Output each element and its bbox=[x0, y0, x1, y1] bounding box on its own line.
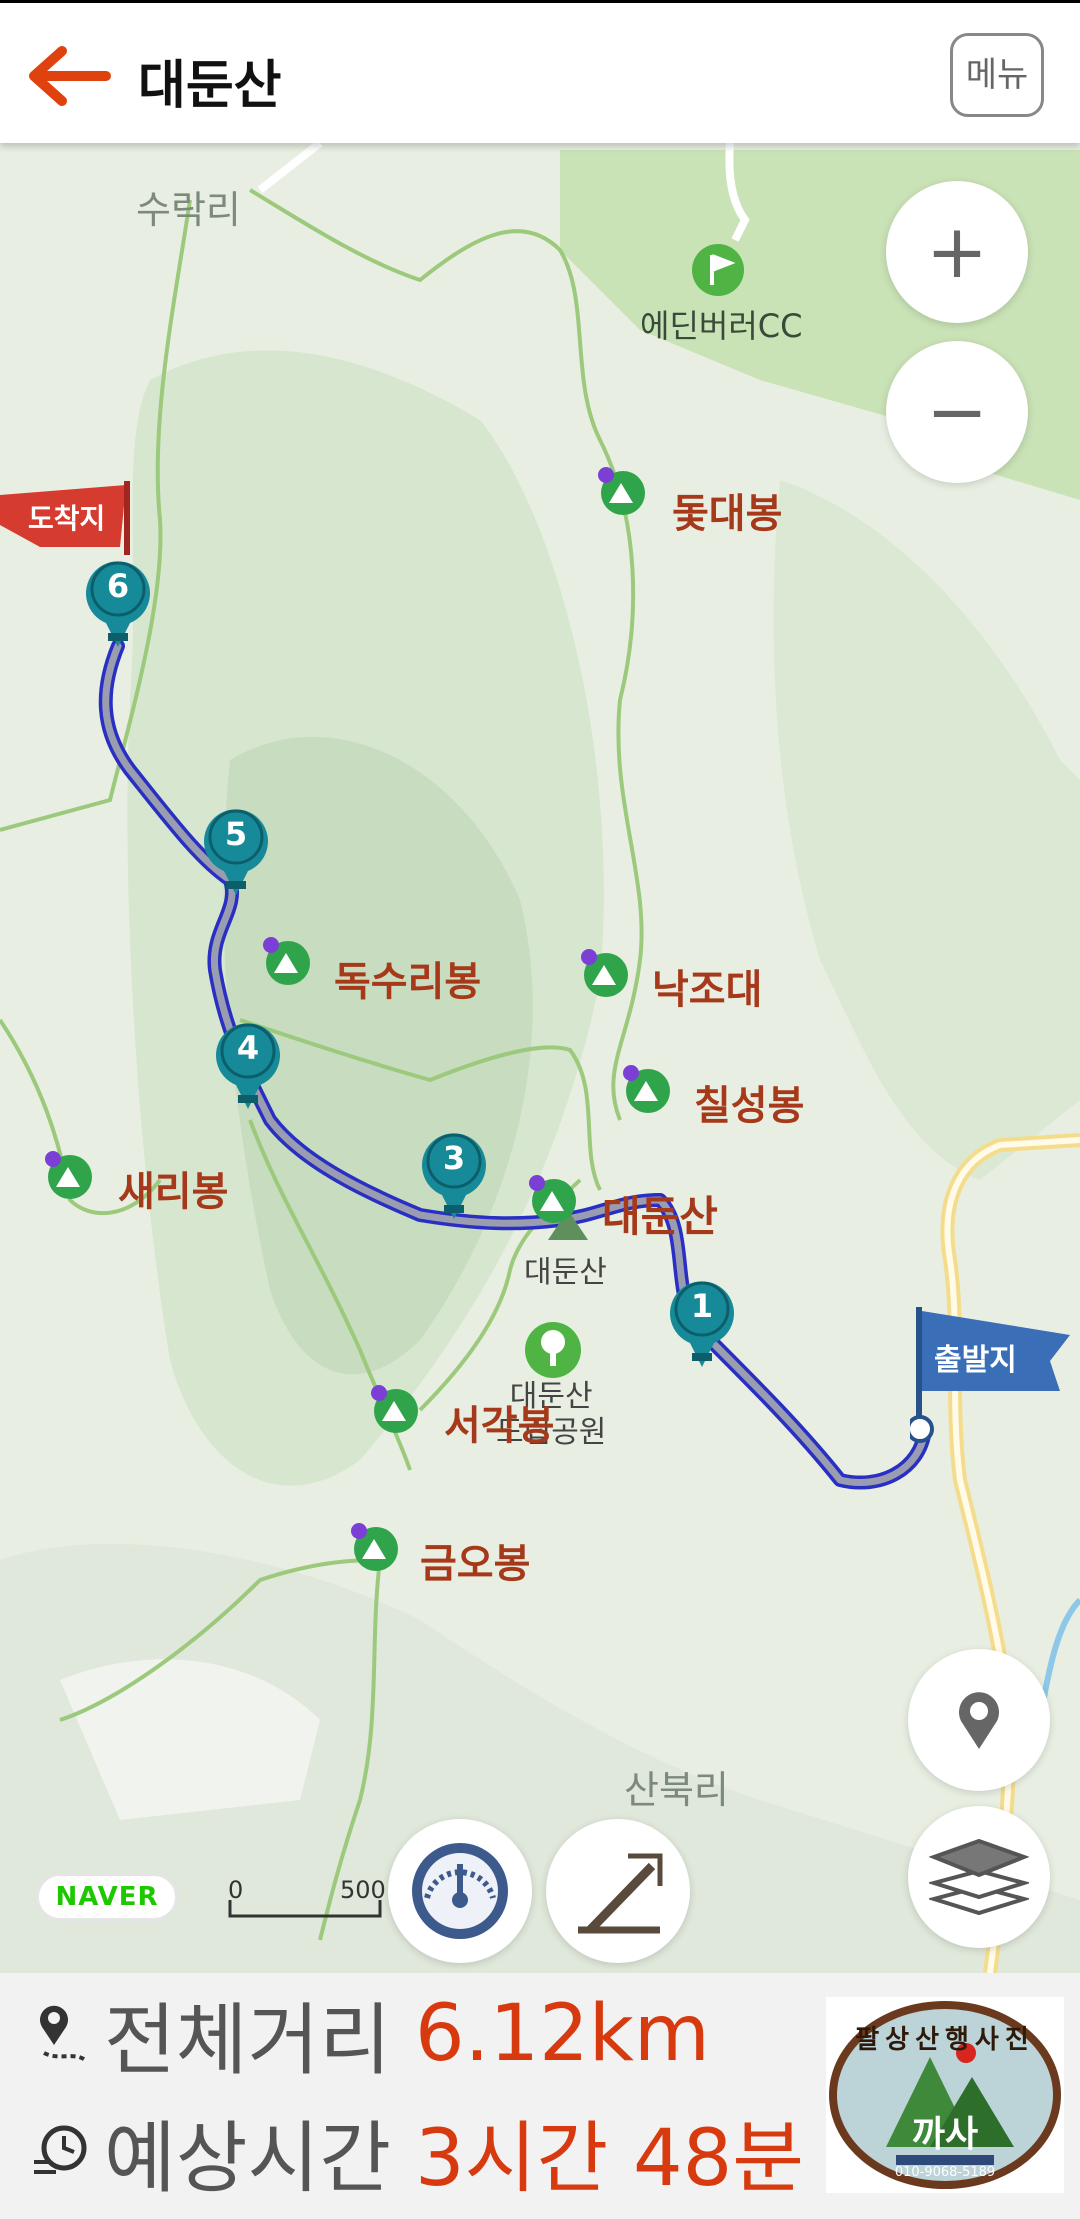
mountain-icon bbox=[529, 1175, 576, 1223]
zoom-in-icon: + bbox=[925, 209, 988, 295]
zoom-in-button[interactable]: + bbox=[886, 181, 1028, 323]
naver-logo: NAVER bbox=[36, 1873, 178, 1921]
end-flag-label: 도착지 bbox=[28, 502, 106, 535]
place-label-doksuribong: 독수리봉 bbox=[334, 959, 482, 1005]
waypoint-label: 3 bbox=[442, 1139, 466, 1177]
time-label: 예상시간 bbox=[104, 2114, 392, 2204]
slope-icon bbox=[578, 1853, 663, 1934]
place-label-saeribong: 새리봉 bbox=[118, 1169, 229, 1215]
mountain-icon bbox=[581, 949, 628, 997]
place-label-edinburgh-cc: 에딘버러CC bbox=[640, 307, 803, 345]
menu-button[interactable]: 메뉴 bbox=[950, 33, 1044, 117]
location-pin-icon bbox=[959, 1692, 999, 1749]
layers-button[interactable] bbox=[908, 1806, 1050, 1948]
mountain-icon bbox=[351, 1523, 398, 1571]
my-location-button[interactable] bbox=[908, 1649, 1050, 1791]
club-badge-logo: 팔상산행사진 까사 010-9068-5189 bbox=[826, 1997, 1064, 2193]
mountain-icon bbox=[263, 937, 310, 985]
map-scale: 0 500 bbox=[228, 1876, 388, 1922]
route-summary-panel: 전체거리 6.12km 예상시간 3시간 48분 팔상산행사진 까사 010-9… bbox=[0, 1973, 1080, 2219]
zoom-out-button[interactable]: − bbox=[886, 341, 1028, 483]
place-label-chilseongbong: 칠성봉 bbox=[694, 1083, 805, 1129]
distance-value: 6.12km bbox=[415, 1989, 710, 2079]
back-arrow-icon[interactable] bbox=[22, 41, 112, 111]
place-label-daedunsan-small: 대둔산 bbox=[524, 1255, 607, 1290]
distance-row: 전체거리 6.12km bbox=[30, 1979, 710, 2089]
badge-title: 팔상산행사진 bbox=[855, 2025, 1035, 2055]
waypoint-label: 1 bbox=[690, 1287, 714, 1325]
badge-phone: 010-9068-5189 bbox=[894, 2165, 996, 2180]
time-value: 3시간 48분 bbox=[415, 2114, 804, 2204]
gauge-icon bbox=[412, 1843, 508, 1939]
place-label-dotdaebong: 돛대봉 bbox=[672, 491, 783, 537]
badge-logo-text: 까사 bbox=[911, 2114, 979, 2155]
waypoint-marker[interactable]: 4 bbox=[214, 1015, 282, 1111]
place-label-geumobong: 금오봉 bbox=[420, 1541, 531, 1587]
speed-gauge-button[interactable] bbox=[388, 1819, 532, 1963]
map-view[interactable]: 수락리 에딘버러CC 돛대봉 독수리봉 낙조대 칠성봉 새리봉 대둔산 대둔산 … bbox=[0, 143, 1080, 1973]
time-row: 예상시간 3시간 48분 bbox=[30, 2097, 804, 2207]
place-label-surakri: 수락리 bbox=[136, 188, 241, 232]
mountain-icon bbox=[45, 1151, 92, 1199]
route-distance-icon bbox=[40, 2005, 88, 2063]
start-flag-marker[interactable]: 출발지 bbox=[910, 1307, 1070, 1455]
waypoint-label: 4 bbox=[236, 1029, 260, 1067]
zoom-out-icon: − bbox=[925, 369, 988, 455]
waypoint-label: 5 bbox=[224, 815, 248, 853]
clock-icon bbox=[34, 2125, 87, 2174]
waypoint-marker[interactable]: 1 bbox=[668, 1273, 736, 1369]
place-label-sanbukri: 산북리 bbox=[624, 1768, 729, 1812]
page-title: 대둔산 bbox=[138, 56, 282, 116]
distance-label: 전체거리 bbox=[104, 1996, 392, 2086]
waypoint-marker[interactable]: 5 bbox=[202, 801, 270, 897]
mountain-icon bbox=[371, 1385, 418, 1433]
place-label-seogakbong: 서각봉 bbox=[444, 1403, 555, 1449]
end-flag-marker[interactable]: 도착지 bbox=[0, 481, 134, 555]
layers-icon bbox=[929, 1838, 1029, 1916]
waypoint-marker[interactable]: 6 bbox=[84, 553, 152, 649]
waypoint-marker[interactable]: 3 bbox=[420, 1125, 488, 1221]
start-flag-label: 출발지 bbox=[934, 1343, 1017, 1378]
place-label-nakjodae: 낙조대 bbox=[652, 967, 763, 1013]
mountain-icon bbox=[623, 1065, 670, 1113]
header: 대둔산 메뉴 bbox=[0, 0, 1080, 143]
place-label-daedunsan: 대둔산 bbox=[602, 1192, 718, 1241]
mountain-icon bbox=[598, 467, 645, 515]
slope-button[interactable] bbox=[546, 1819, 690, 1963]
waypoint-label: 6 bbox=[106, 567, 130, 605]
